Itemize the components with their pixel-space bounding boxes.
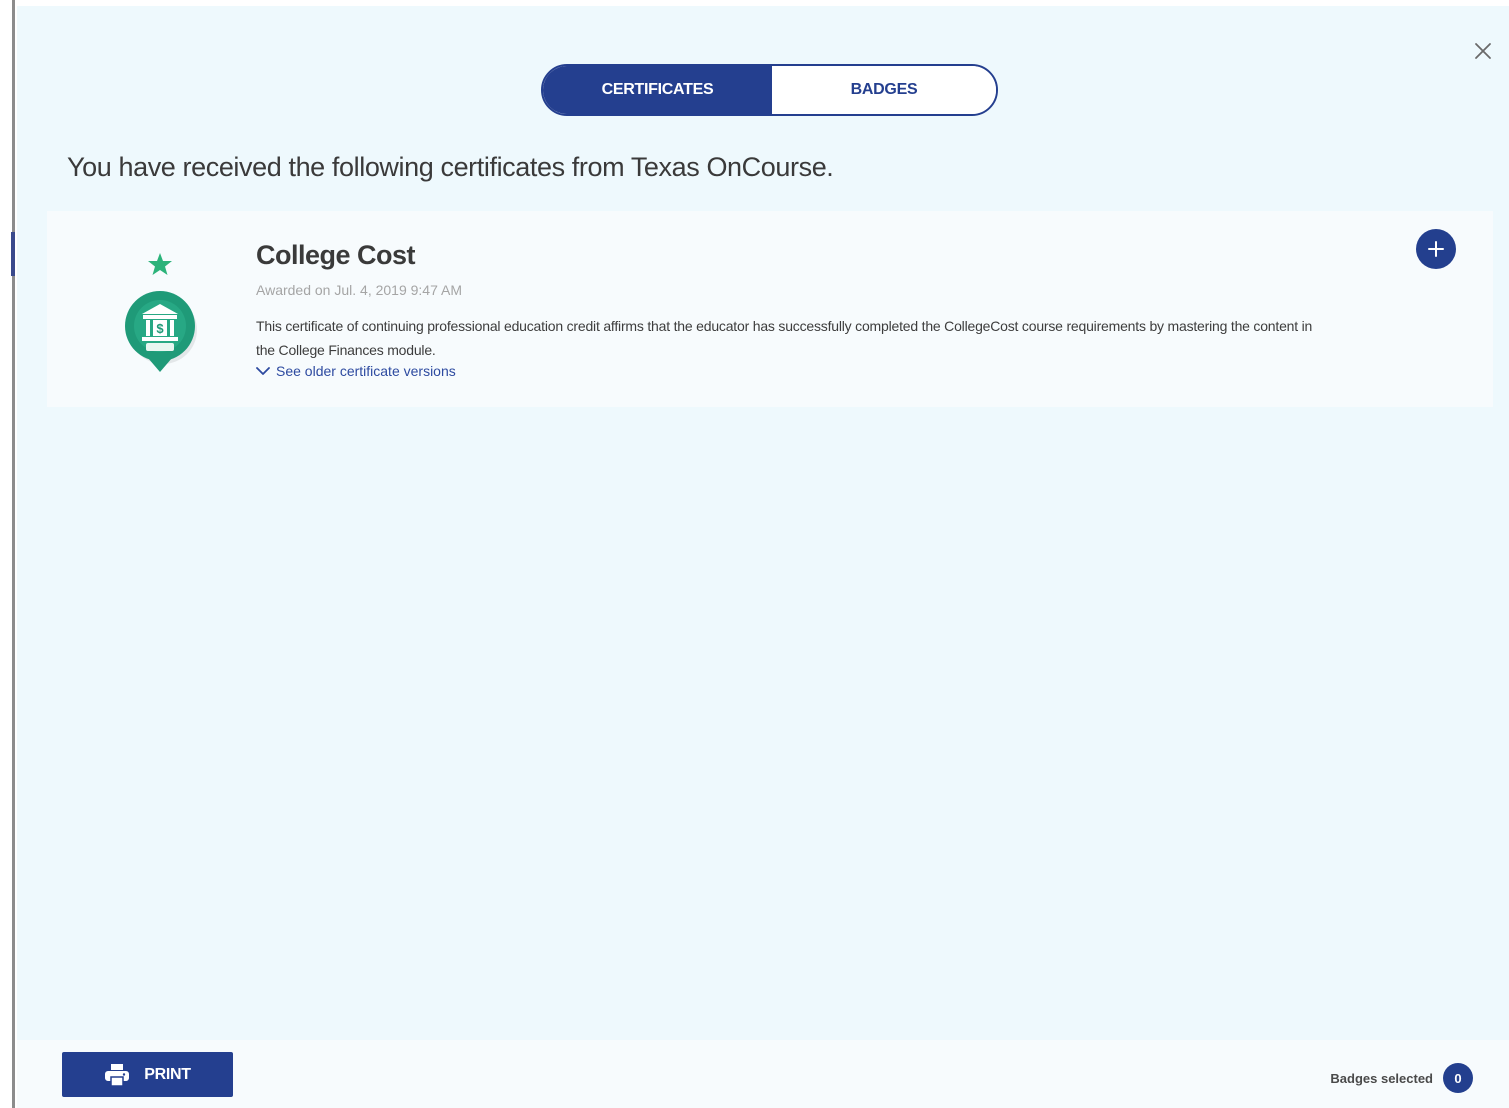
- chevron-down-icon: [256, 367, 270, 375]
- intro-text: You have received the following certific…: [67, 152, 834, 182]
- certificate-awarded-date: Awarded on Jul. 4, 2019 9:47 AM: [256, 282, 462, 298]
- dialog-footer: [17, 1040, 1509, 1108]
- star-icon: [147, 252, 173, 281]
- tab-switcher: CERTIFICATES BADGES: [541, 64, 998, 116]
- badges-selected-label: Badges selected: [1330, 1070, 1433, 1086]
- certificate-description: This certificate of continuing professio…: [256, 318, 1313, 358]
- left-edge-divider: [12, 0, 15, 1108]
- add-certificate-button[interactable]: [1416, 229, 1456, 269]
- printer-icon: [105, 1063, 130, 1087]
- badges-selected-count: 0: [1443, 1063, 1473, 1093]
- tab-badges[interactable]: BADGES: [772, 66, 996, 114]
- see-older-versions-link[interactable]: See older certificate versions: [256, 363, 456, 379]
- close-button[interactable]: [1466, 34, 1500, 68]
- svg-text:$: $: [156, 321, 164, 336]
- print-label: PRINT: [144, 1065, 191, 1083]
- print-button[interactable]: PRINT: [62, 1052, 233, 1097]
- see-older-versions-label: See older certificate versions: [276, 363, 456, 379]
- badges-selected-indicator: Badges selected 0: [1330, 1063, 1473, 1093]
- close-icon: [1475, 43, 1491, 59]
- left-edge-marker: [11, 232, 15, 276]
- tab-certificates[interactable]: CERTIFICATES: [543, 66, 772, 114]
- bank-badge-icon: $: [122, 288, 200, 381]
- plus-icon: [1428, 241, 1444, 257]
- certificate-title: College Cost: [256, 240, 416, 270]
